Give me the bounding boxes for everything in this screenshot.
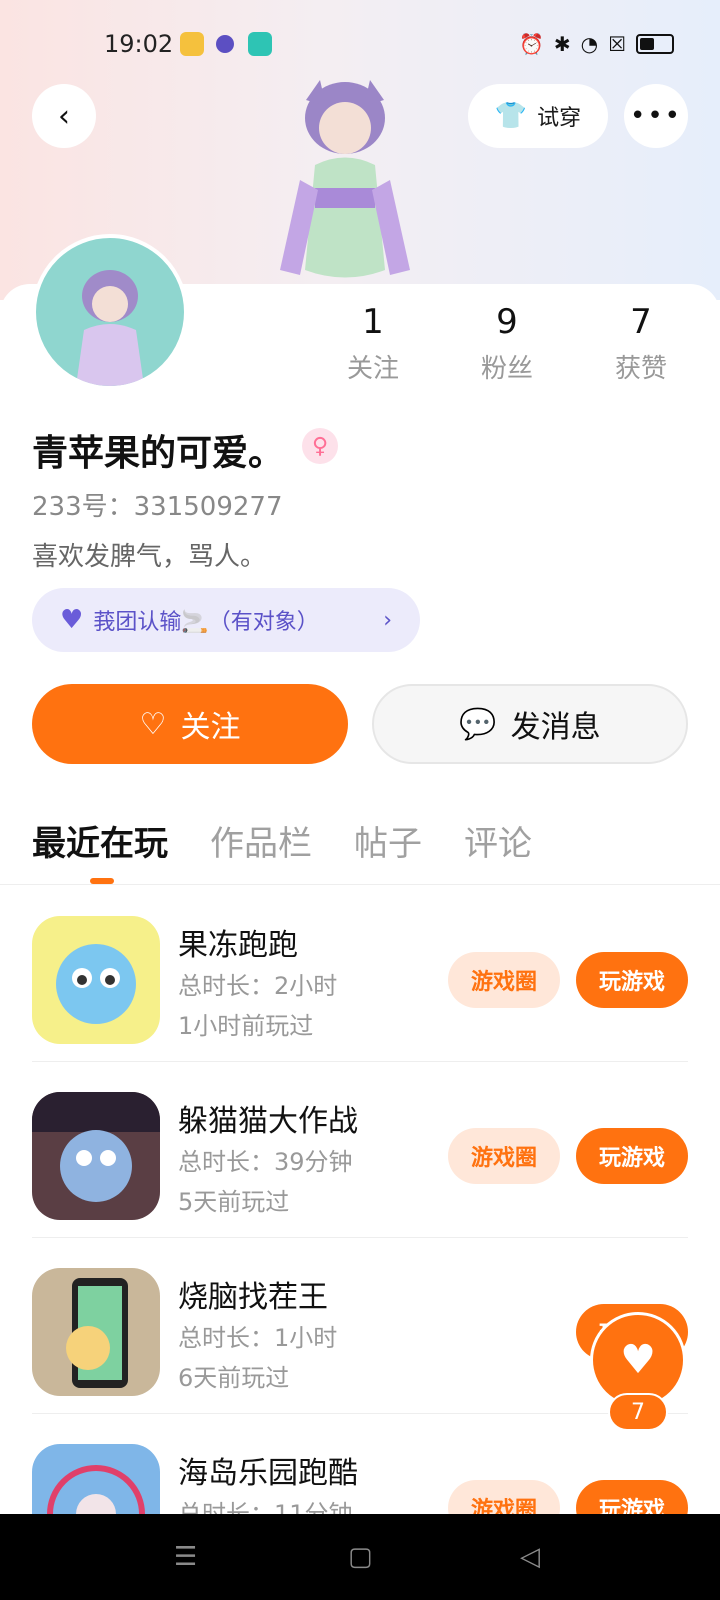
profile-tabs: 最近在玩 作品栏 帖子 评论	[32, 816, 532, 865]
profile-name: 青苹果的可爱。	[32, 433, 285, 474]
stat-label: 粉丝	[480, 354, 533, 384]
play-game-button[interactable]: 玩游戏	[576, 1128, 688, 1184]
stat-fans[interactable]: 9 粉丝	[452, 302, 562, 385]
try-on-button[interactable]: 👕 试穿	[468, 84, 608, 148]
heart-plus-icon: ♡	[139, 706, 167, 742]
menu-icon[interactable]: ☰	[174, 1542, 197, 1572]
game-circle-button[interactable]: 游戏圈	[448, 1128, 560, 1184]
heart-icon: ♥	[60, 605, 84, 635]
system-nav-bar: ☰ ▢ ◁	[0, 1514, 720, 1600]
status-bar: 19:02 ⏰ ✱ ◔ ☒	[0, 24, 720, 64]
try-on-label: 试穿	[537, 106, 582, 131]
game-last-played: 6天前玩过	[178, 1364, 290, 1392]
game-duration: 总时长：2小时	[178, 972, 338, 1000]
game-title: 海岛乐园跑酷	[178, 1456, 358, 1491]
female-icon: ♀	[302, 428, 338, 464]
tab-works[interactable]: 作品栏	[210, 816, 312, 865]
stat-following[interactable]: 1 关注	[318, 302, 428, 385]
status-icons: ⏰ ✱ ◔ ☒	[519, 32, 674, 56]
battery-icon	[636, 34, 674, 54]
game-circle-button[interactable]: 游戏圈	[448, 952, 560, 1008]
divider	[0, 884, 720, 885]
chevron-left-icon: ‹	[58, 98, 70, 134]
profile-bio: 喜欢发脾气，骂人。	[32, 542, 267, 572]
sim-icon: ☒	[608, 32, 626, 56]
game-last-played: 5天前玩过	[178, 1188, 290, 1216]
stat-label: 获赞	[614, 354, 667, 384]
game-duration: 总时长：1小时	[178, 1324, 338, 1352]
like-count-badge: 7	[608, 1393, 668, 1431]
bluetooth-icon: ✱	[553, 32, 571, 56]
game-row[interactable]: 烧脑找茬王 总时长：1小时 6天前玩过 玩游戏	[32, 1238, 688, 1414]
home-icon[interactable]: ▢	[348, 1542, 373, 1572]
avatar-3d-figure	[280, 80, 410, 278]
game-duration: 总时长：39分钟	[178, 1148, 353, 1176]
game-title: 果冻跑跑	[178, 928, 298, 963]
message-label: 发消息	[510, 710, 601, 745]
profile-id: 233号：331509277	[32, 492, 283, 522]
group-badge-label: 莪团认输🚬（有对象）	[93, 610, 319, 635]
game-thumbnail	[32, 916, 160, 1044]
tshirt-icon: 👕	[494, 101, 528, 131]
stat-value: 1	[362, 302, 384, 342]
notification-app-icon	[216, 35, 234, 53]
stat-label: 关注	[346, 354, 399, 384]
heart-icon: ♥	[620, 1337, 656, 1383]
more-button[interactable]: •••	[624, 84, 688, 148]
stat-value: 7	[630, 302, 652, 342]
wifi-icon: ◔	[580, 32, 599, 56]
back-triangle-icon[interactable]: ◁	[520, 1542, 540, 1572]
tab-recent-played[interactable]: 最近在玩	[32, 816, 168, 865]
notification-app-icon	[180, 32, 204, 56]
game-title: 躲猫猫大作战	[178, 1104, 358, 1139]
chevron-right-icon: ›	[383, 607, 392, 633]
more-dots-icon: •••	[629, 101, 682, 131]
chat-bubble-icon: 💬	[459, 706, 497, 742]
message-button[interactable]: 💬 发消息	[372, 684, 688, 764]
play-game-button[interactable]: 玩游戏	[576, 952, 688, 1008]
back-button[interactable]: ‹	[32, 84, 96, 148]
follow-label: 关注	[180, 710, 241, 745]
game-row[interactable]: 果冻跑跑 总时长：2小时 1小时前玩过 游戏圈 玩游戏	[32, 886, 688, 1062]
stat-likes[interactable]: 7 获赞	[586, 302, 696, 385]
avatar[interactable]	[32, 234, 188, 390]
follow-button[interactable]: ♡ 关注	[32, 684, 348, 764]
tab-comments[interactable]: 评论	[464, 816, 532, 865]
tab-posts[interactable]: 帖子	[354, 816, 422, 865]
status-time: 19:02	[104, 30, 174, 58]
group-badge[interactable]: ♥ 莪团认输🚬（有对象） ›	[32, 588, 420, 652]
game-thumbnail	[32, 1268, 160, 1396]
game-thumbnail	[32, 1092, 160, 1220]
game-title: 烧脑找茬王	[178, 1280, 328, 1315]
avatar-figure	[76, 270, 144, 386]
game-row[interactable]: 躲猫猫大作战 总时长：39分钟 5天前玩过 游戏圈 玩游戏	[32, 1062, 688, 1238]
stat-value: 9	[496, 302, 518, 342]
game-last-played: 1小时前玩过	[178, 1012, 314, 1040]
notification-app-icon	[248, 32, 272, 56]
alarm-icon: ⏰	[518, 32, 544, 56]
